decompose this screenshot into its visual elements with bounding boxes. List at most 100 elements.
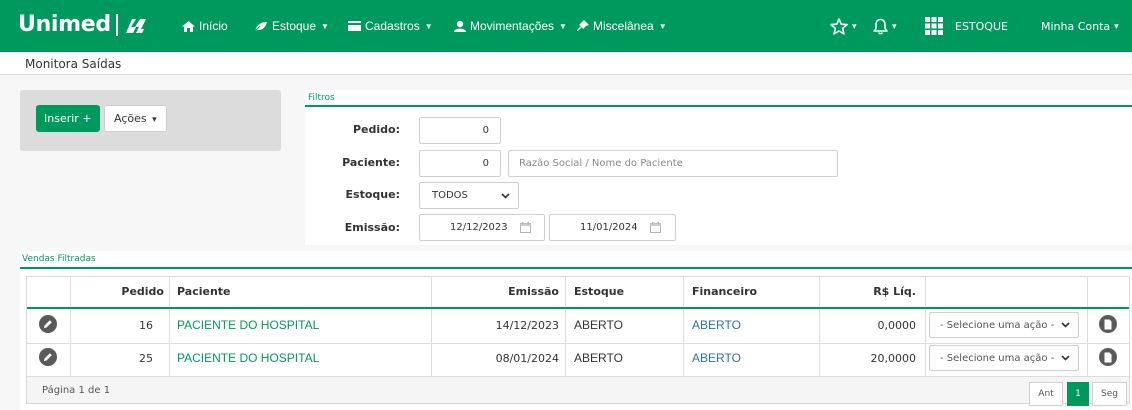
sales-table: Pedido Paciente Emissão Estoque Financei… (26, 276, 1130, 406)
nav-estoque[interactable]: Estoque ▼ (254, 0, 329, 52)
nav-miscelanea-caret: ▼ (658, 21, 667, 31)
bell-icon (873, 18, 888, 34)
favorites-caret: ▾ (852, 20, 857, 31)
user-icon (454, 20, 466, 32)
cell-pedido: 16 (139, 319, 153, 332)
pedido-label: Pedido: (353, 123, 400, 136)
nav-movimentacoes-label: Movimentações (470, 19, 555, 33)
document-icon (1104, 319, 1112, 329)
estoque-label: Estoque: (345, 188, 400, 201)
brand-separator (115, 13, 118, 36)
page-info: Página 1 de 1 (42, 385, 111, 396)
top-navbar: Unimed Início Estoque ▼ Cadastros ▼ Movi… (0, 0, 1132, 52)
row-action-select[interactable]: - Selecione uma ação - (929, 312, 1079, 338)
nav-cadastros-caret: ▼ (424, 21, 433, 31)
cell-estoque: ABERTO (574, 318, 623, 332)
filters-title: Filtros (308, 93, 335, 103)
leaf-icon (254, 21, 267, 32)
sales-title-underline (20, 267, 1132, 269)
date-to-value: 11/01/2024 (580, 222, 638, 233)
row-action-select-value: - Selecione uma ação - (940, 352, 1055, 364)
pager-next-button[interactable]: Seg (1092, 382, 1127, 406)
column-header-paciente[interactable]: Paciente (177, 277, 231, 307)
filters-panel: Filtros Pedido: 0 Paciente: 0 Razão Soci… (305, 90, 1132, 245)
cell-estoque: ABERTO (574, 351, 623, 365)
pencil-icon (44, 353, 52, 361)
nav-miscelanea-label: Miscelânea (593, 19, 654, 33)
cell-emissao: 08/01/2024 (495, 352, 559, 365)
column-header-emissao[interactable]: Emissão (432, 277, 559, 307)
actions-dropdown-label: Ações (114, 112, 147, 125)
nav-cadastros[interactable]: Cadastros ▼ (348, 0, 433, 52)
document-button[interactable] (1099, 315, 1117, 333)
edit-row-button[interactable] (39, 315, 57, 333)
date-to-input[interactable]: 11/01/2024 (549, 214, 676, 241)
module-label: ESTOQUE (955, 19, 1008, 33)
column-divider (683, 277, 684, 377)
nav-inicio[interactable]: Início (182, 0, 228, 52)
actions-dropdown-caret: ▾ (152, 115, 157, 125)
chevron-down-icon (501, 192, 510, 199)
account-caret: ▾ (1114, 20, 1119, 31)
cell-paciente-link[interactable]: PACIENTE DO HOSPITAL (177, 309, 319, 342)
emissao-label: Emissão: (344, 221, 400, 234)
account-label: Minha Conta (1041, 19, 1111, 33)
estoque-select-value: TODOS (432, 190, 468, 201)
page-title: Monitora Saídas (25, 57, 122, 71)
column-header-pedido[interactable]: Pedido (71, 277, 164, 307)
cell-pedido: 25 (139, 352, 153, 365)
actions-dropdown-button[interactable]: Ações ▾ (104, 105, 167, 132)
notifications-button[interactable]: ▾ (873, 0, 897, 52)
column-header-valor[interactable]: R$ Líq. (820, 277, 916, 307)
unimed-symbol-icon (125, 18, 146, 33)
document-icon (1104, 352, 1112, 362)
calendar-icon (649, 222, 661, 233)
column-divider (169, 277, 170, 377)
column-divider (925, 277, 926, 377)
cell-valor: 20,0000 (870, 352, 917, 365)
row-action-select-value: - Selecione uma ação - (940, 319, 1055, 331)
nav-movimentacoes-caret: ▼ (559, 21, 567, 31)
pager-current-page[interactable]: 1 (1067, 382, 1089, 406)
brand-name: Unimed (18, 12, 111, 37)
nav-cadastros-label: Cadastros (365, 19, 420, 33)
filters-title-underline (305, 105, 1132, 107)
chevron-down-icon (1061, 355, 1070, 361)
pencil-icon (44, 320, 52, 328)
insert-button[interactable]: Inserir + (36, 105, 100, 132)
nav-estoque-caret: ▼ (321, 21, 329, 31)
nav-estoque-label: Estoque (272, 19, 317, 33)
account-menu[interactable]: Minha Conta ▾ (1041, 0, 1119, 52)
sales-panel: Vendas Filtradas Pedido Paciente Emissão… (20, 251, 1132, 410)
grid-icon (925, 17, 943, 35)
estoque-select[interactable]: TODOS (419, 182, 519, 209)
star-icon (830, 17, 848, 35)
column-divider (565, 277, 566, 377)
table-footer: Página 1 de 1 Ant 1 Seg (27, 377, 1129, 406)
nav-miscelanea[interactable]: Miscelânea ▼ (577, 0, 667, 52)
home-icon (182, 20, 195, 32)
paciente-code-input[interactable]: 0 (419, 150, 501, 177)
date-from-value: 12/12/2023 (450, 222, 508, 233)
paciente-label: Paciente: (342, 156, 400, 169)
cell-financeiro-link[interactable]: ABERTO (692, 342, 741, 375)
column-header-estoque[interactable]: Estoque (574, 277, 624, 307)
cell-emissao: 14/12/2023 (495, 319, 559, 332)
card-icon (348, 21, 361, 31)
cell-financeiro-link[interactable]: ABERTO (692, 309, 741, 342)
column-header-financeiro[interactable]: Financeiro (692, 277, 757, 307)
cell-paciente-link[interactable]: PACIENTE DO HOSPITAL (177, 342, 319, 375)
module-switcher[interactable]: ESTOQUE (925, 0, 1008, 52)
brand-logo[interactable]: Unimed (18, 12, 148, 37)
edit-row-button[interactable] (39, 348, 57, 366)
nav-inicio-label: Início (199, 19, 228, 33)
paciente-name-input[interactable]: Razão Social / Nome do Paciente (508, 150, 838, 177)
row-action-select[interactable]: - Selecione uma ação - (929, 345, 1079, 371)
favorites-button[interactable]: ▾ (830, 0, 857, 52)
chevron-down-icon (1061, 322, 1070, 328)
pedido-input[interactable]: 0 (419, 117, 501, 144)
date-from-input[interactable]: 12/12/2023 (419, 214, 545, 241)
document-button[interactable] (1099, 348, 1117, 366)
nav-movimentacoes[interactable]: Movimentações ▼ (454, 0, 567, 52)
pager-prev-button[interactable]: Ant (1029, 382, 1063, 406)
